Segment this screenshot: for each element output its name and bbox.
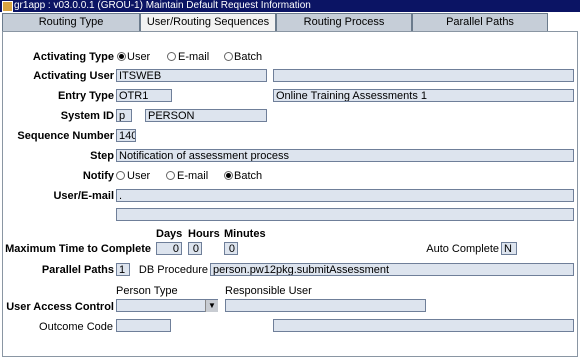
user-email-field-2[interactable] <box>116 208 574 221</box>
outcome-code-field[interactable] <box>116 319 171 332</box>
notify-email-label: E-mail <box>177 170 209 182</box>
max-time-label: Maximum Time to Complete <box>5 243 151 255</box>
outcome-code-label: Outcome Code <box>39 321 113 333</box>
activating-user-label: Activating User <box>33 70 114 82</box>
activating-type-email-label: E-mail <box>178 51 210 63</box>
sequence-number-field[interactable]: 140 <box>116 129 136 142</box>
hours-label: Hours <box>188 228 220 240</box>
user-email-field[interactable]: . <box>116 189 574 202</box>
notify-email-radio[interactable] <box>166 171 175 180</box>
step-field[interactable]: Notification of assessment process <box>116 149 574 162</box>
title-bar: gr1app : v03.0.0.1 (GROU-1) Maintain Def… <box>0 0 580 12</box>
entry-type-field[interactable]: OTR1 <box>116 89 172 102</box>
person-type-select[interactable] <box>116 299 218 312</box>
notify-batch-radio[interactable] <box>224 171 233 180</box>
outcome-code-desc-field[interactable] <box>273 319 574 332</box>
activating-type-user-radio[interactable] <box>117 52 126 61</box>
user-email-label: User/E-mail <box>53 190 114 202</box>
activating-user-field[interactable]: ITSWEB <box>116 69 267 82</box>
notify-user-radio[interactable] <box>116 171 125 180</box>
activating-type-batch-label: Batch <box>234 51 263 63</box>
system-id-field[interactable]: p <box>116 109 132 122</box>
activating-user-desc-field[interactable] <box>273 69 574 82</box>
notify-label: Notify <box>82 170 114 182</box>
minutes-label: Minutes <box>224 228 266 240</box>
activating-type-label: Activating Type <box>32 51 114 63</box>
activating-type-user-label: User <box>127 51 151 63</box>
tab-routing-type[interactable]: Routing Type <box>2 13 140 31</box>
activating-type-email-radio[interactable] <box>167 52 176 61</box>
activating-type-batch-radio[interactable] <box>224 52 233 61</box>
db-procedure-field[interactable]: person.pw12pkg.submitAssessment <box>210 263 574 276</box>
parallel-paths-field[interactable]: 1 <box>116 263 130 276</box>
auto-complete-label: Auto Complete <box>426 243 499 255</box>
person-type-label: Person Type <box>116 285 178 297</box>
entry-type-desc-field[interactable]: Online Training Assessments 1 <box>273 89 574 102</box>
parallel-paths-label: Parallel Paths <box>41 264 114 276</box>
window-title: gr1app : v03.0.0.1 (GROU-1) Maintain Def… <box>14 0 311 11</box>
tab-parallel-paths[interactable]: Parallel Paths <box>412 13 548 31</box>
auto-complete-field[interactable]: N <box>501 242 517 255</box>
notify-batch-label: Batch <box>234 170 263 182</box>
notify-user-label: User <box>127 170 151 182</box>
hours-field[interactable]: 0 <box>188 242 202 255</box>
days-label: Days <box>156 228 183 240</box>
entry-type-label: Entry Type <box>57 90 114 102</box>
responsible-user-field[interactable] <box>225 299 426 312</box>
tab-user-routing-sequences[interactable]: User/Routing Sequences <box>140 13 276 31</box>
system-id-desc-field[interactable]: PERSON <box>145 109 267 122</box>
app-icon <box>2 1 13 12</box>
days-field[interactable]: 0 <box>156 242 182 255</box>
tab-routing-process-instructions[interactable]: Routing Process Instructions <box>276 13 412 45</box>
system-id-label: System ID <box>60 110 114 122</box>
db-procedure-label: DB Procedure <box>138 264 208 276</box>
sequence-number-label: Sequence Number <box>17 130 114 142</box>
step-label: Step <box>90 150 114 162</box>
responsible-user-label: Responsible User <box>225 285 312 297</box>
user-access-control-label: User Access Control <box>6 301 114 313</box>
app-window: gr1app : v03.0.0.1 (GROU-1) Maintain Def… <box>0 0 580 358</box>
chevron-down-icon[interactable]: ▼ <box>205 300 218 312</box>
minutes-field[interactable]: 0 <box>224 242 238 255</box>
